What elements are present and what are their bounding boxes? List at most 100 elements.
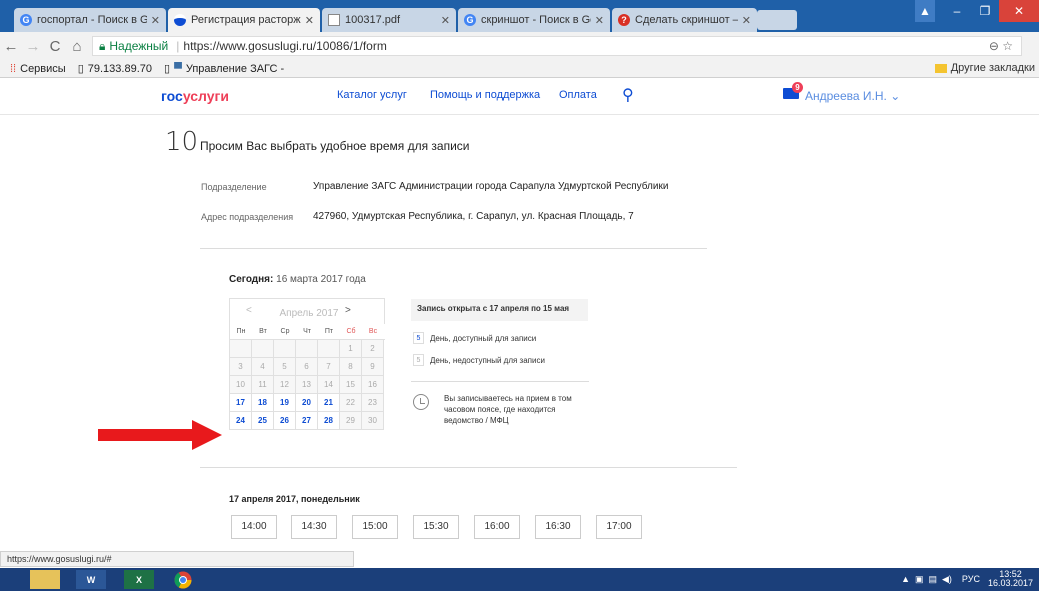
bookmark-ip[interactable]: ▯ 79.133.89.70 bbox=[77, 62, 152, 76]
new-tab-button[interactable] bbox=[757, 10, 797, 30]
bookmark-zags[interactable]: ▯ ▀ Управление ЗАГС - bbox=[164, 62, 284, 76]
language-indicator[interactable]: РУС bbox=[962, 574, 980, 584]
time-slot-button[interactable]: 14:00 bbox=[231, 515, 277, 539]
url-input[interactable]: 🔒︎ Надежный | https://www.gosuslugi.ru/1… bbox=[92, 36, 1022, 56]
booking-period: Запись открыта с 17 апреля по 15 мая bbox=[411, 299, 588, 321]
close-tab-icon[interactable]: ✕ bbox=[441, 14, 450, 27]
page-icon: ▯ bbox=[77, 63, 84, 75]
calendar-day-unavailable: 22 bbox=[340, 394, 362, 412]
tab-title: скриншот - Поиск в Go bbox=[481, 14, 591, 26]
search-icon[interactable]: ⚲ bbox=[622, 85, 634, 105]
reload-icon[interactable]: C bbox=[44, 38, 66, 55]
close-tab-icon[interactable]: ✕ bbox=[305, 14, 314, 27]
system-clock[interactable]: 13:52 16.03.2017 bbox=[988, 570, 1033, 588]
calendar-day-unavailable: 14 bbox=[318, 376, 340, 394]
nav-catalog[interactable]: Каталог услуг bbox=[337, 89, 407, 101]
calendar-day-empty bbox=[252, 340, 274, 358]
calendar-month: Апрель 2017 bbox=[279, 308, 339, 319]
calendar-day-unavailable: 5 bbox=[274, 358, 296, 376]
calendar-weekdays: Пн Вт Ср Чт Пт Сб Вс bbox=[229, 324, 385, 339]
calendar-day-available[interactable]: 26 bbox=[274, 412, 296, 430]
selected-date: 17 апреля 2017, понедельник bbox=[229, 494, 360, 504]
document-icon bbox=[328, 14, 340, 26]
calendar-day-empty bbox=[274, 340, 296, 358]
calendar-day-available[interactable]: 18 bbox=[252, 394, 274, 412]
calendar-day-unavailable: 15 bbox=[340, 376, 362, 394]
tray-icons[interactable]: ▲ ▣ ▤ ◀) bbox=[901, 574, 952, 585]
maximize-button[interactable]: ❐ bbox=[971, 0, 999, 22]
apps-grid-icon: ⁞⁞ bbox=[10, 62, 17, 75]
tab-gosuslugi-registration[interactable]: Регистрация расторжен ✕ bbox=[168, 8, 320, 32]
file-explorer-icon[interactable] bbox=[30, 570, 60, 589]
calendar-day-available[interactable]: 25 bbox=[252, 412, 274, 430]
calendar-day-empty bbox=[318, 340, 340, 358]
calendar-day-unavailable: 16 bbox=[362, 376, 384, 394]
excel-icon[interactable]: X bbox=[124, 570, 154, 589]
chrome-icon[interactable] bbox=[168, 570, 198, 589]
bookmark-other[interactable]: Другие закладки bbox=[934, 62, 1035, 74]
weekday-label: Чт bbox=[303, 328, 311, 335]
time-slot-button[interactable]: 16:30 bbox=[535, 515, 581, 539]
calendar-day-available[interactable]: 17 bbox=[230, 394, 252, 412]
calendar-day-available[interactable]: 24 bbox=[230, 412, 252, 430]
secure-label: Надежный bbox=[109, 39, 169, 53]
calendar-day-unavailable: 10 bbox=[230, 376, 252, 394]
calendar-day-available[interactable]: 27 bbox=[296, 412, 318, 430]
zoom-star-icons[interactable]: ⊖ ☆ bbox=[989, 39, 1013, 53]
browser-tab-bar: G госпортал - Поиск в Go ✕ Регистрация р… bbox=[0, 0, 1039, 32]
bookmarks-bar: ⁞⁞ Сервисы ▯ 79.133.89.70 ▯ ▀ Управление… bbox=[0, 60, 1039, 78]
bookmark-label: Сервисы bbox=[20, 62, 66, 75]
address-bar: ← → C ⌂ 🔒︎ Надежный | https://www.gosusl… bbox=[0, 32, 1039, 60]
site-header: госуслуги Каталог услуг Помощь и поддерж… bbox=[0, 79, 1039, 115]
home-icon[interactable]: ⌂ bbox=[66, 38, 88, 55]
address-value: 427960, Удмуртская Республика, г. Сарапу… bbox=[313, 211, 634, 222]
address-label: Адрес подразделения bbox=[201, 212, 294, 222]
step-number: 10 bbox=[165, 127, 199, 157]
tab-google-search-screenshot[interactable]: G скриншот - Поиск в Go ✕ bbox=[458, 8, 610, 32]
profile-icon[interactable]: ▲ bbox=[915, 0, 935, 22]
legend-label: День, доступный для записи bbox=[430, 333, 537, 343]
back-icon[interactable]: ← bbox=[0, 38, 22, 55]
close-tab-icon[interactable]: ✕ bbox=[151, 14, 160, 27]
tab-title: госпортал - Поиск в Go bbox=[37, 14, 147, 26]
calendar-day-available[interactable]: 20 bbox=[296, 394, 318, 412]
legend-unavailable: 5 День, недоступный для записи bbox=[413, 354, 545, 366]
today-value: 16 марта 2017 года bbox=[276, 274, 366, 285]
time-slot-button[interactable]: 15:30 bbox=[413, 515, 459, 539]
minimize-button[interactable]: – bbox=[943, 0, 971, 22]
close-window-button[interactable]: ✕ bbox=[999, 0, 1039, 22]
tab-pdf-document[interactable]: 100317.pdf ✕ bbox=[322, 8, 456, 32]
time-slot-button[interactable]: 17:00 bbox=[596, 515, 642, 539]
windows-taskbar: W X ▲ ▣ ▤ ◀) РУС 13:52 16.03.2017 bbox=[0, 568, 1039, 591]
calendar-day-available[interactable]: 28 bbox=[318, 412, 340, 430]
word-icon[interactable]: W bbox=[76, 570, 106, 589]
divider bbox=[200, 248, 707, 249]
gosuslugi-logo[interactable]: госуслуги bbox=[161, 88, 229, 104]
page-icon: ? bbox=[618, 14, 630, 26]
legend-available: 5 День, доступный для записи bbox=[413, 332, 536, 344]
next-month-icon[interactable]: > bbox=[345, 305, 351, 316]
chevron-down-icon: ⌄ bbox=[890, 89, 901, 103]
calendar-day-unavailable: 2 bbox=[362, 340, 384, 358]
bookmark-services[interactable]: ⁞⁞ Сервисы bbox=[10, 63, 66, 75]
today-date: Сегодня: 16 марта 2017 года bbox=[229, 274, 366, 285]
tab-google-search-gosportal[interactable]: G госпортал - Поиск в Go ✕ bbox=[14, 8, 166, 32]
calendar-day-available[interactable]: 21 bbox=[318, 394, 340, 412]
calendar-grid: 1 2 3 4 5 6 7 8 9 10 11 12 13 14 15 16 17 18 19 20 21 22 23 24 2… bbox=[229, 339, 385, 430]
time-slot-button[interactable]: 16:00 bbox=[474, 515, 520, 539]
calendar-day-available[interactable]: 19 bbox=[274, 394, 296, 412]
prev-month-icon[interactable]: < bbox=[246, 305, 252, 316]
forward-icon[interactable]: → bbox=[22, 38, 44, 55]
close-tab-icon[interactable]: ✕ bbox=[742, 14, 751, 27]
nav-payment[interactable]: Оплата bbox=[559, 89, 597, 101]
time-slot-button[interactable]: 15:00 bbox=[352, 515, 398, 539]
weekday-label: Вт bbox=[259, 328, 267, 335]
tab-make-screenshot[interactable]: ? Сделать скриншот — О ✕ bbox=[612, 8, 757, 32]
time-slot-button[interactable]: 14:30 bbox=[291, 515, 337, 539]
calendar-day-unavailable: 9 bbox=[362, 358, 384, 376]
user-menu[interactable]: Андреева И.Н. ⌄ bbox=[805, 89, 900, 103]
weekday-label: Ср bbox=[280, 328, 290, 335]
close-tab-icon[interactable]: ✕ bbox=[595, 14, 604, 27]
calendar-day-unavailable: 30 bbox=[362, 412, 384, 430]
nav-help[interactable]: Помощь и поддержка bbox=[430, 89, 540, 101]
